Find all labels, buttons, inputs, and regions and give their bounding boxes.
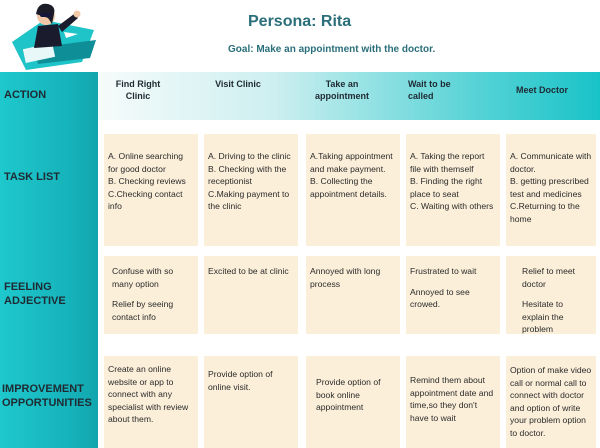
feeling-cell-meet-doctor: Relief to meet doctor Hesitate to explai…	[506, 256, 596, 334]
improvement-cell-find-right-clinic: Create an online website or app to conne…	[104, 356, 198, 448]
task-item: C.Checking contact info	[108, 188, 183, 212]
row-label-task-list: TASK LIST	[4, 171, 61, 183]
row-label-feeling-line2: ADJECTIVE	[4, 295, 66, 307]
row-label-feeling: FEELING ADJECTIVE	[4, 280, 66, 308]
header: Persona: Rita Goal: Make an appointment …	[0, 0, 600, 72]
task-cell-find-right-clinic: A. Online searching for good doctor B. C…	[104, 134, 198, 246]
step-header-take-appointment: Take an appointment	[306, 78, 378, 102]
improvement-item: Provide option of book online appointmen…	[316, 377, 381, 412]
step-header-line1: Meet Doctor	[515, 85, 568, 95]
improvement-cell-take-appointment: Provide option of book online appointmen…	[306, 356, 400, 448]
improvement-cell-wait-to-be-called: Remind them about appointment date and t…	[406, 356, 500, 448]
improvement-item: Remind them about appointment date and t…	[410, 375, 494, 423]
task-item: C.Making payment to the clinic	[208, 188, 290, 212]
step-header-line1: Find Right	[115, 79, 161, 89]
feeling-item: Relief to meet doctor	[522, 266, 576, 289]
goal-text: Goal: Make an appointment with the docto…	[228, 44, 436, 55]
step-header-meet-doctor: Meet Doctor	[510, 84, 574, 96]
row-label-improvement-line1: IMPROVEMENT	[2, 383, 84, 395]
improvement-item: Option of make video call or normal call…	[510, 365, 592, 438]
feeling-cell-take-appointment: Annoyed with long process	[306, 256, 400, 334]
task-item: A. Driving to the clinic	[208, 151, 291, 161]
improvement-cell-meet-doctor: Option of make video call or normal call…	[506, 356, 596, 448]
task-item: A. Communicate with doctor.	[510, 151, 592, 174]
step-header-visit-clinic: Visit Clinic	[206, 78, 270, 90]
task-item: C. Waiting with others	[410, 201, 494, 211]
improvement-cell-visit-clinic: Provide option of online visit.	[204, 356, 298, 448]
task-cell-meet-doctor: A. Communicate with doctor. B. getting p…	[506, 134, 596, 246]
task-cell-take-appointment: A.Taking appointment and make payment. B…	[306, 134, 400, 246]
improvement-item: Provide option of online visit.	[208, 369, 273, 392]
step-header-line2: Clinic	[125, 91, 151, 101]
row-label-improvement: IMPROVEMENT OPPORTUNITIES	[2, 382, 92, 410]
feeling-item: Confuse with so many option	[112, 266, 174, 289]
step-header-line2: called	[408, 91, 434, 101]
step-header-line1: Wait to be	[408, 79, 451, 89]
step-header-find-right-clinic: Find Right Clinic	[104, 78, 172, 102]
step-header-wait-to-be-called: Wait to be called	[408, 78, 464, 102]
task-item: A. Online searching for good doctor	[108, 151, 183, 174]
feeling-cell-find-right-clinic: Confuse with so many option Relief by se…	[104, 256, 198, 334]
task-cell-wait-to-be-called: A. Taking the report file with themself …	[406, 134, 500, 246]
feeling-item: Frustrated to wait	[410, 266, 477, 276]
feeling-cell-visit-clinic: Excited to be at clinic	[204, 256, 298, 334]
feeling-cell-wait-to-be-called: Frustrated to wait Annoyed to see crowed…	[406, 256, 500, 334]
task-item: B. getting prescribed test and medicines	[510, 176, 589, 199]
feeling-item: Relief by seeing contact info	[112, 299, 174, 322]
row-label-action: ACTION	[4, 89, 47, 101]
feeling-item: Hesitate to explain the problem	[522, 299, 564, 334]
feeling-item: Annoyed with long process	[310, 266, 381, 289]
task-cell-visit-clinic: A. Driving to the clinic B. Checking wit…	[204, 134, 298, 246]
page-title: Persona: Rita	[248, 13, 352, 30]
feeling-item: Annoyed to see crowed.	[410, 286, 470, 310]
task-item: A. Taking the report file with themself	[410, 151, 485, 174]
step-header-line1: Take an	[325, 79, 359, 89]
feeling-item: Excited to be at clinic	[208, 266, 289, 276]
step-header-line2: appointment	[315, 91, 369, 101]
persona-illustration	[12, 3, 96, 70]
row-label-improvement-line2: OPPORTUNITIES	[2, 397, 92, 409]
task-item: B. Checking reviews	[108, 176, 186, 186]
task-item: A.Taking appointment and make payment.	[310, 151, 393, 174]
task-item: B. Checking with the receptionist	[208, 163, 287, 187]
improvement-item: Create an online website or app to conne…	[108, 364, 189, 424]
step-header-line1: Visit Clinic	[215, 79, 261, 89]
task-item: B. Collecting the appointment details.	[310, 176, 387, 199]
task-item: B. Finding the right place to seat	[410, 176, 483, 199]
row-label-feeling-line1: FEELING	[4, 281, 52, 293]
task-item: C.Returning to the home	[510, 201, 580, 224]
